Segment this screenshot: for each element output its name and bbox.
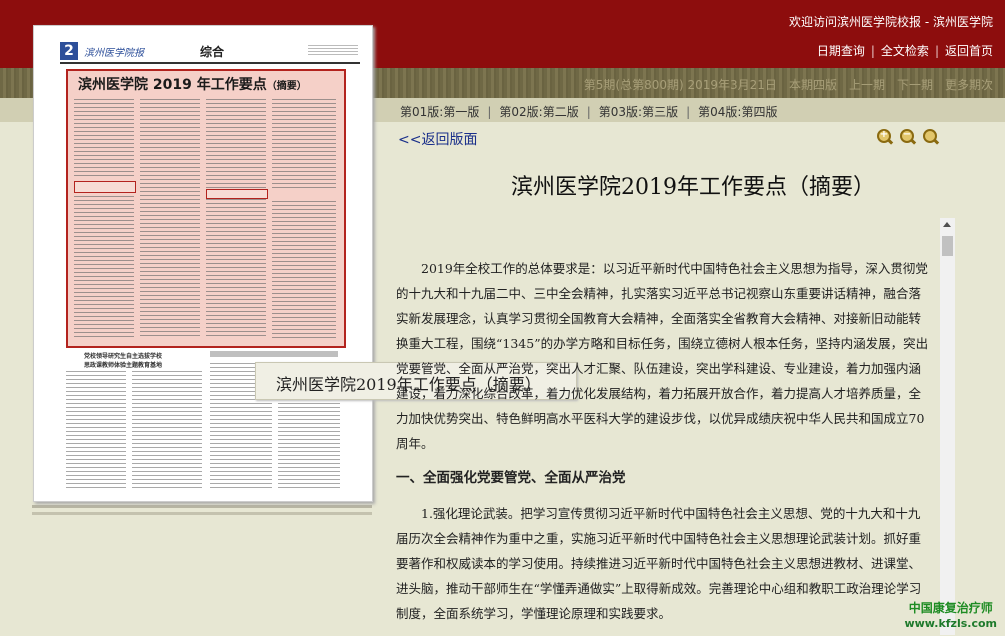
text-column — [66, 371, 126, 491]
zoom-in-icon[interactable]: + — [876, 128, 894, 146]
zoom-out-icon[interactable]: − — [899, 128, 917, 146]
text-column — [272, 99, 336, 191]
text-column — [140, 99, 200, 339]
text-column — [132, 371, 202, 491]
home-link[interactable]: 返回首页 — [945, 44, 993, 58]
tab-page-3[interactable]: 第03版:第三版 — [599, 105, 678, 119]
zoom-toolbar: + − — [876, 128, 940, 148]
prev-issue-link[interactable]: 上一期 — [849, 78, 885, 92]
tab-page-1[interactable]: 第01版:第一版 — [400, 105, 479, 119]
paper-masthead: 滨州医学院报 — [84, 48, 144, 59]
paper-section-title: 综合 — [200, 45, 225, 59]
site-watermark: 中国康复治疗师 www.kfzls.com — [904, 601, 997, 631]
date-search-link[interactable]: 日期查询 — [817, 44, 865, 58]
paper-shadow — [32, 505, 372, 508]
next-issue-link[interactable]: 下一期 — [897, 78, 933, 92]
page-count-label: 本期四版 — [788, 78, 837, 92]
article-scroll-area[interactable]: 2019年全校工作的总体要求是：以习近平新时代中国特色社会主义思想为指导，深入贯… — [378, 216, 958, 636]
text-column — [74, 99, 134, 176]
issue-label: 第5期(总第800期) 2019年3月21日 — [583, 78, 777, 92]
header-links: 日期查询 | 全文检索 | 返回首页 — [816, 44, 993, 58]
vertical-scrollbar[interactable] — [940, 218, 955, 635]
page-number-badge: 2 — [60, 42, 78, 60]
article-paragraph: 1.强化理论武装。把学习宣传贯彻习近平新时代中国特色社会主义思想、党的十九大和十… — [396, 506, 922, 621]
more-issues-link[interactable]: 更多期次 — [945, 78, 993, 92]
tab-page-2[interactable]: 第02版:第二版 — [499, 105, 578, 119]
paper-date-lines — [308, 45, 358, 55]
article-title: 滨州医学院2019年工作要点（摘要） — [511, 175, 875, 200]
article-paragraph: 2019年全校工作的总体要求是：以习近平新时代中国特色社会主义思想为指导，深入贯… — [396, 261, 929, 451]
watermark-name: 中国康复治疗师 — [908, 601, 993, 615]
lower-article-photo-bar — [210, 351, 338, 357]
welcome-text: 欢迎访问滨州医学院校报 - 滨州医学院 — [789, 15, 993, 29]
article-body: 2019年全校工作的总体要求是：以习近平新时代中国特色社会主义思想为指导，深入贯… — [396, 256, 931, 626]
scroll-up-arrow-icon[interactable] — [943, 222, 951, 227]
paper-header: 2 滨州医学院报 综合 — [60, 42, 360, 64]
subhead-box — [74, 181, 136, 193]
thumbnail-headline: 滨州医学院 2019 年工作要点（摘要） — [78, 77, 307, 93]
tab-page-4[interactable]: 第04版:第四版 — [698, 105, 777, 119]
text-column — [206, 99, 266, 339]
newspaper-page-thumbnail[interactable]: 2 滨州医学院报 综合 滨州医学院 2019 年工作要点（摘要） 党校领导研究生… — [33, 25, 373, 502]
subhead-box — [206, 189, 268, 199]
back-to-page-link[interactable]: <<返回版面 — [398, 129, 477, 149]
text-column — [272, 201, 336, 339]
fulltext-search-link[interactable]: 全文检索 — [881, 44, 929, 58]
lower-article-headline: 党校领导研究生自主选拔学校 思政课教师体验主题教育基地 — [84, 353, 163, 369]
highlighted-article-area[interactable]: 滨州医学院 2019 年工作要点（摘要） — [66, 69, 346, 348]
article-section-heading: 一、全面强化党要管党、全面从严治党 — [396, 470, 626, 486]
zoom-reset-icon[interactable] — [922, 128, 940, 146]
text-column — [74, 196, 134, 339]
paper-shadow — [32, 512, 372, 515]
watermark-url: www.kfzls.com — [904, 617, 997, 630]
scrollbar-thumb[interactable] — [942, 236, 953, 256]
